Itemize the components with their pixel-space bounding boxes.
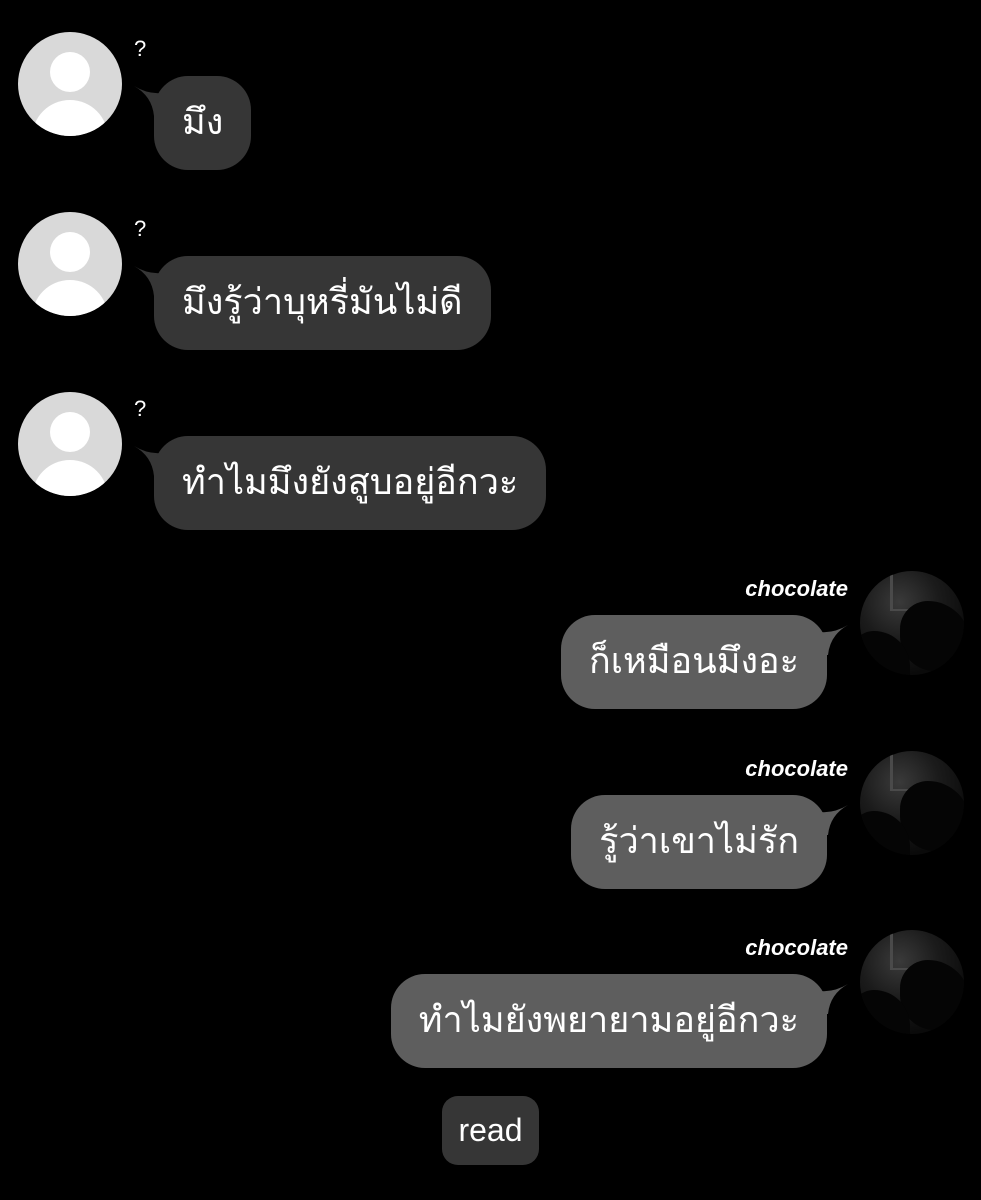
message-bubble[interactable]: ก็เหมือนมึงอะ [560,615,827,709]
default-avatar-icon[interactable] [18,32,122,136]
message-bubble[interactable]: ทำไมมึงยังสูบอยู่อีกวะ [154,436,547,530]
sender-name: chocolate [745,935,848,960]
photo-detail [890,571,893,611]
user-photo-avatar[interactable] [860,751,964,855]
photo-detail [900,960,964,1030]
read-status-badge: read [442,1096,539,1165]
avatar-shoulders-shape [32,460,108,496]
avatar-shoulders-shape [32,100,108,136]
user-photo-avatar[interactable] [860,930,964,1034]
sender-label: ? [134,396,147,421]
message-bubble[interactable]: มึงรู้ว่าบุหรี่มันไม่ดี [154,256,491,350]
avatar-head-shape [50,232,90,272]
sender-name: chocolate [745,756,848,781]
photo-detail [900,781,964,851]
sender-label: ? [134,216,147,241]
avatar-head-shape [50,412,90,452]
photo-detail [890,751,893,791]
sender-label: ? [134,36,147,61]
message-bubble[interactable]: มึง [154,76,252,170]
message-bubble[interactable]: รู้ว่าเขาไม่รัก [571,795,827,889]
photo-detail [890,930,893,970]
default-avatar-icon[interactable] [18,392,122,496]
avatar-head-shape [50,52,90,92]
default-avatar-icon[interactable] [18,212,122,316]
photo-detail [900,601,964,671]
user-photo-avatar[interactable] [860,571,964,675]
avatar-shoulders-shape [32,280,108,316]
message-bubble[interactable]: ทำไมยังพยายามอยู่อีกวะ [390,974,827,1068]
sender-name: chocolate [745,576,848,601]
